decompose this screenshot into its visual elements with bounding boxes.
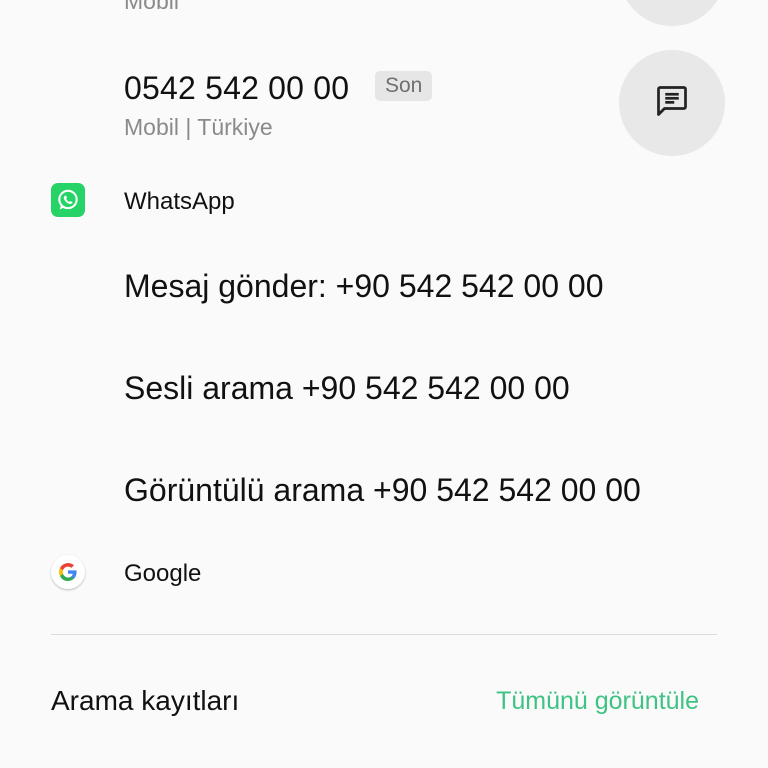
whatsapp-video-call[interactable]: Görüntülü arama +90 542 542 00 00 (124, 472, 641, 509)
google-label: Google (124, 560, 202, 587)
section-divider (51, 634, 717, 635)
whatsapp-icon (51, 183, 85, 217)
message-icon (654, 83, 690, 124)
phone-type-country: Mobil | Türkiye (124, 114, 273, 140)
call-log-title: Arama kayıtları (51, 685, 240, 716)
contact-details-screen: Mobil 0542 542 00 00 Son Mobil | Türkiye… (0, 0, 768, 768)
whatsapp-voice-call[interactable]: Sesli arama +90 542 542 00 00 (124, 370, 570, 407)
phone-number[interactable]: 0542 542 00 00 (124, 70, 349, 107)
previous-action-button[interactable] (619, 0, 725, 26)
send-message-button[interactable] (619, 50, 725, 156)
google-icon (51, 555, 85, 589)
whatsapp-label: WhatsApp (124, 188, 235, 215)
previous-number-type: Mobil (124, 0, 179, 14)
last-used-badge: Son (375, 71, 433, 101)
whatsapp-send-message[interactable]: Mesaj gönder: +90 542 542 00 00 (124, 268, 603, 305)
view-all-link[interactable]: Tümünü görüntüle (496, 687, 699, 716)
